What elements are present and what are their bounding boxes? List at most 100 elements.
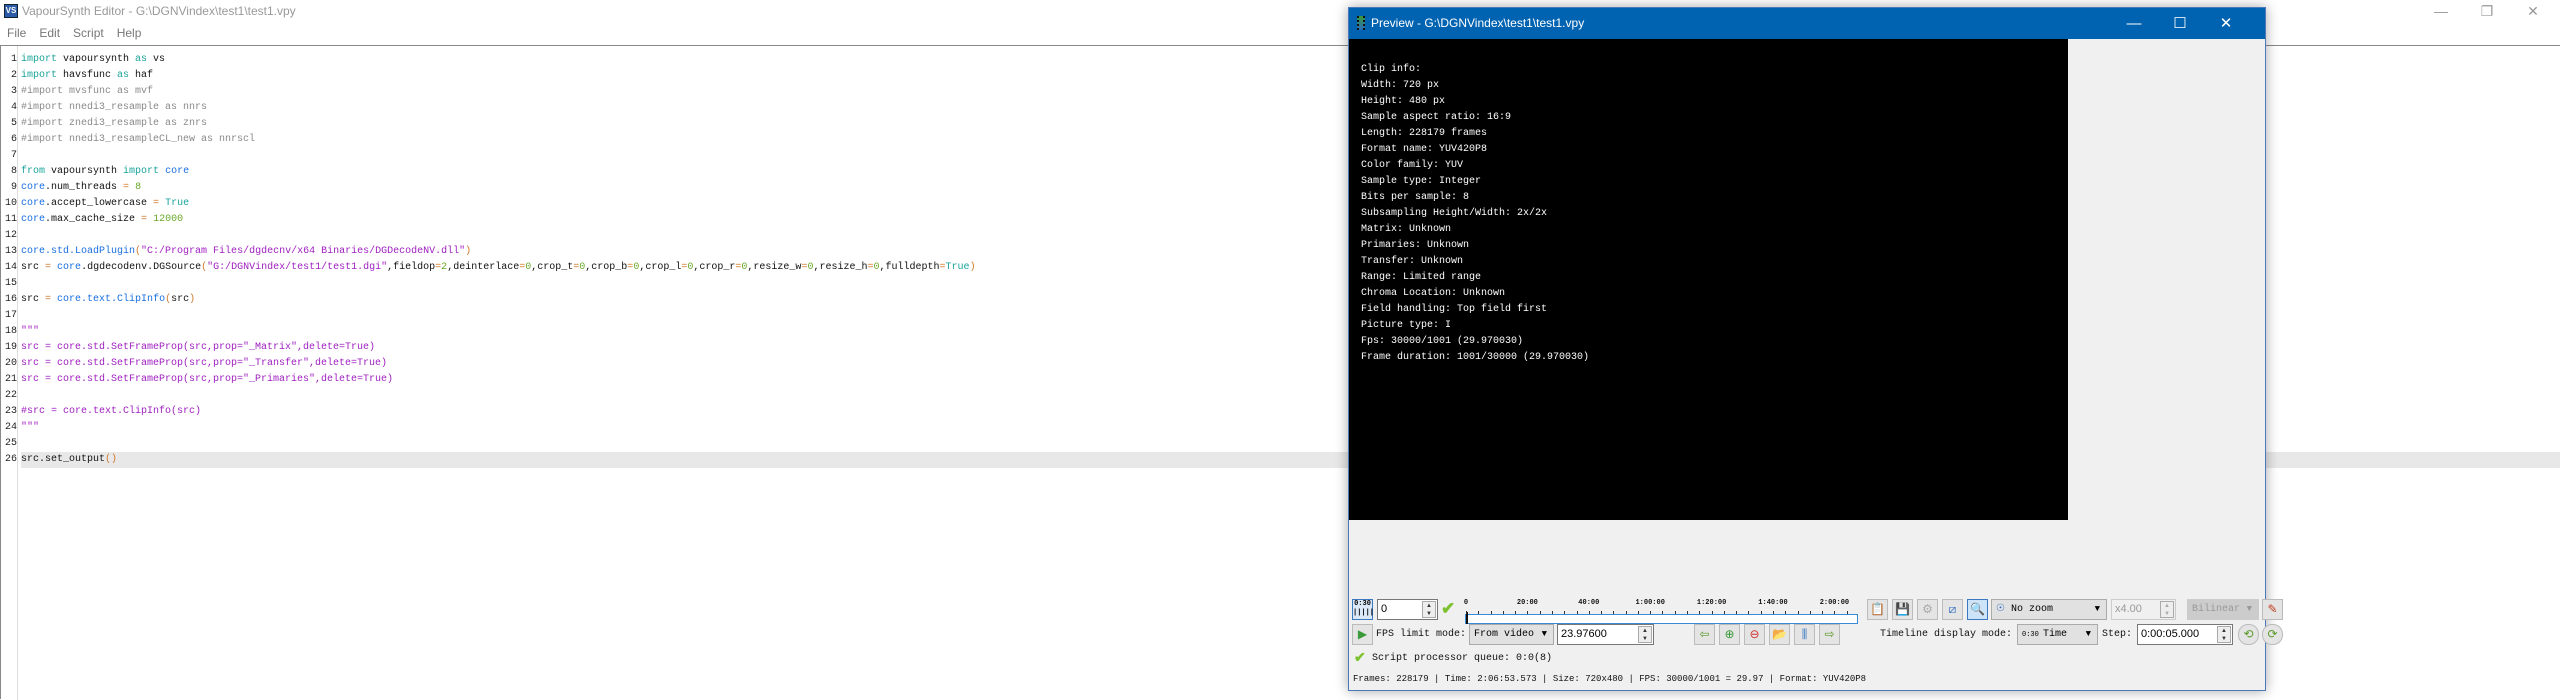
fps-value: 23.97600 [1561, 628, 1607, 640]
code-token: as [117, 70, 130, 81]
app-logo: VS [4, 4, 18, 18]
code-token: core [57, 262, 82, 273]
scaling-mode-select[interactable]: Bilinear ▼ [2187, 599, 2259, 620]
code-token: ,resize_w [747, 262, 802, 273]
frame-number-spinbox[interactable]: 0 ▲ ▼ [1377, 599, 1438, 620]
line-number: 24 [4, 422, 17, 433]
timeline-tick [1637, 611, 1639, 614]
code-line[interactable]: src = core.dgdecodenv.DGSource("G:/DGNVi… [21, 260, 976, 276]
menu-edit[interactable]: Edit [39, 26, 60, 40]
remove-bookmark-icon[interactable]: ⊖ [1744, 624, 1765, 645]
code-token: havsfunc [57, 70, 118, 81]
eyedropper-icon[interactable]: ✎ [2262, 599, 2283, 620]
chevron-down-icon: ▼ [1541, 629, 1547, 639]
code-line[interactable]: #import nnedi3_resample as nnrs [21, 100, 207, 116]
check-icon: ✔ [1441, 599, 1456, 618]
code-line[interactable]: core.max_cache_size = 12000 [21, 212, 183, 228]
line-number: 2 [10, 70, 17, 81]
timeline-tick [1564, 611, 1566, 614]
code-line[interactable]: core.accept_lowercase = True [21, 196, 189, 212]
timeline-track[interactable] [1465, 614, 1858, 624]
timeline-tick-label: 0 [1463, 599, 1469, 607]
code-line[interactable]: src = core.text.ClipInfo(src) [21, 292, 195, 308]
step-back-icon[interactable]: ⟲ [2238, 624, 2259, 645]
code-line[interactable]: #src = core.text.ClipInfo(src) [21, 404, 201, 420]
restore-icon[interactable]: ❐ [2464, 0, 2510, 22]
timeline-slider[interactable]: 0 20:00 40:00 1:00:00 1:20:00 1:40:00 2:00:00 [1463, 597, 1858, 624]
code-token: True [945, 262, 970, 273]
copy-frame-icon[interactable]: 📋 [1867, 599, 1888, 620]
code-line[interactable]: core.num_threads = 8 [21, 180, 141, 196]
code-line[interactable]: #import mvsfunc as mvf [21, 84, 153, 100]
load-bookmarks-icon[interactable]: 📂 [1769, 624, 1790, 645]
zoom-mode-select[interactable]: ☉ No zoom ▼ [1991, 599, 2107, 620]
close-icon[interactable]: ✕ [2203, 8, 2249, 39]
timeline-tick [1551, 611, 1553, 614]
gear-icon[interactable]: ⚙ [1917, 599, 1938, 620]
code-line[interactable]: #import znedi3_resample as znrs [21, 116, 207, 132]
code-token: """ [21, 326, 40, 337]
menu-file[interactable]: File [7, 26, 26, 40]
magnifier-icon[interactable]: 🔍 [1967, 599, 1988, 620]
line-number: 17 [4, 310, 17, 321]
code-line[interactable]: """ [21, 420, 39, 436]
minimize-icon[interactable]: — [2418, 0, 2464, 22]
code-line[interactable]: import vapoursynth as vs [21, 52, 165, 68]
line-number: 9 [10, 182, 17, 193]
code-token: #import znedi3_resample as znrs [21, 118, 208, 129]
code-token: core.text.ClipInfo [57, 294, 166, 305]
scaling-value: Bilinear [2192, 604, 2241, 615]
maximize-icon[interactable]: ☐ [2157, 8, 2203, 39]
step-spinbox[interactable]: 0:00:05.000 ▲ ▼ [2137, 624, 2233, 645]
bookmarks-icon[interactable]: ⫼ [1794, 624, 1815, 645]
code-token: () [105, 454, 118, 465]
spin-arrows-icon[interactable]: ▲ ▼ [2160, 601, 2174, 618]
timeline-display-select[interactable]: 0:30 Time ▼ [2017, 624, 2098, 645]
code-token: core.std.LoadPlugin [21, 246, 136, 257]
code-line[interactable]: #import nnedi3_resampleCL_new as nnrscl [21, 132, 255, 148]
timeline-display-value: Time [2043, 629, 2068, 640]
code-line[interactable]: from vapoursynth import core [21, 164, 189, 180]
timeline-tick [1625, 611, 1627, 614]
spin-arrows-icon[interactable]: ▲ ▼ [2217, 626, 2231, 643]
frame-number-value: 0 [1381, 603, 1388, 615]
line-number: 13 [4, 246, 17, 257]
spin-arrows-icon[interactable]: ▲ ▼ [1638, 626, 1652, 643]
jump-to-bookmark-icon[interactable]: ⇦ [1694, 624, 1715, 645]
zoom-ratio-spinbox[interactable]: x4.00 ▲ ▼ [2111, 599, 2176, 620]
menu-script[interactable]: Script [73, 26, 104, 40]
code-token: .accept_lowercase [45, 198, 154, 209]
code-token: ,fieldop [387, 262, 436, 273]
timeline-tick [1699, 611, 1701, 614]
code-line[interactable]: src = core.std.SetFrameProp(src,prop="_T… [21, 356, 387, 372]
fps-limit-mode-select[interactable]: From video ▼ [1469, 624, 1554, 645]
line-number: 22 [4, 390, 17, 401]
timeline-mode-button[interactable]: 0:30 ||||| [1352, 599, 1374, 620]
crop-icon[interactable]: ⧄ [1942, 599, 1963, 620]
save-frame-icon[interactable]: 💾 [1892, 599, 1913, 620]
code-token: src = core.std.SetFrameProp(src,prop="_M… [21, 342, 376, 353]
code-token: ,fulldepth [879, 262, 940, 273]
preview-frame[interactable]: Clip info: Width: 720 px Height: 480 px … [1349, 39, 2068, 520]
add-bookmark-icon[interactable]: ⊕ [1719, 624, 1740, 645]
code-line[interactable]: src = core.std.SetFrameProp(src,prop="_M… [21, 340, 375, 356]
spin-arrows-icon[interactable]: ▲ ▼ [1422, 601, 1436, 618]
timeline-tick [1748, 611, 1750, 614]
code-line[interactable]: src = core.std.SetFrameProp(src,prop="_P… [21, 372, 393, 388]
menu-help[interactable]: Help [117, 26, 142, 40]
close-icon[interactable]: ✕ [2510, 0, 2556, 22]
step-forward-icon[interactable]: ⟳ [2262, 624, 2283, 645]
timeline-tick [1539, 611, 1541, 614]
code-token: 12000 [153, 214, 184, 225]
next-bookmark-icon[interactable]: ⇨ [1819, 624, 1840, 645]
minimize-icon[interactable]: — [2111, 8, 2157, 39]
timeline-tick [1834, 611, 1836, 614]
code-line[interactable]: """ [21, 324, 39, 340]
code-line[interactable]: import havsfunc as haf [21, 68, 153, 84]
code-token: #import nnedi3_resample as nnrs [21, 102, 208, 113]
timeline-tick [1760, 611, 1762, 614]
play-button[interactable]: ▶ [1352, 624, 1373, 645]
code-line[interactable]: core.std.LoadPlugin("C:/Program Files/dg… [21, 244, 471, 260]
code-token: import [123, 166, 160, 177]
fps-spinbox[interactable]: 23.97600 ▲ ▼ [1557, 624, 1654, 645]
